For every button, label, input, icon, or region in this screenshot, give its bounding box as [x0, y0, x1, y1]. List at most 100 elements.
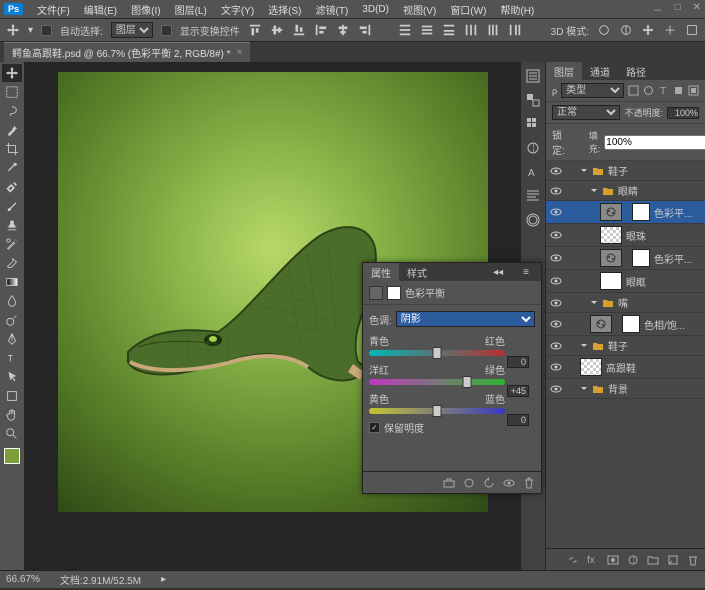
layer-delete-icon[interactable]: [687, 554, 699, 566]
lasso-tool[interactable]: [2, 102, 22, 120]
color-panel-icon[interactable]: [525, 92, 541, 108]
color-slider[interactable]: 洋红绿色+45: [369, 362, 535, 385]
layer-list[interactable]: 鞋子眼睛色彩平...眼珠色彩平...眼眶嘴色相/饱...鞋子高跟鞋背景: [546, 161, 705, 548]
layer-row[interactable]: 高跟鞋: [546, 356, 705, 379]
blend-mode[interactable]: 正常: [552, 105, 620, 120]
panel-menu-icon[interactable]: ≡: [515, 265, 537, 280]
path-select-tool[interactable]: [2, 368, 22, 386]
adjustments-panel-icon[interactable]: [525, 140, 541, 156]
filter-type-icon[interactable]: T: [658, 85, 669, 96]
panel-collapse-icon[interactable]: ◂◂: [485, 265, 511, 280]
distribute-hcenter-icon[interactable]: [486, 23, 500, 37]
fill-input[interactable]: [604, 135, 705, 150]
hand-tool[interactable]: [2, 406, 22, 424]
previous-state-icon[interactable]: [463, 477, 475, 489]
color-swatch[interactable]: [4, 448, 20, 464]
layer-add-icon[interactable]: [667, 554, 679, 566]
filter-smart-icon[interactable]: [688, 85, 699, 96]
menu-window[interactable]: 窗口(W): [444, 0, 492, 19]
stamp-tool[interactable]: [2, 216, 22, 234]
align-bottom-icon[interactable]: [292, 23, 306, 37]
crop-tool[interactable]: [2, 140, 22, 158]
tab-paths[interactable]: 路径: [618, 62, 654, 81]
shape-tool[interactable]: [2, 387, 22, 405]
auto-select-target[interactable]: 图层: [111, 22, 153, 38]
auto-select-checkbox[interactable]: [41, 25, 52, 36]
character-panel-icon[interactable]: A: [525, 164, 541, 180]
menu-help[interactable]: 帮助(H): [494, 0, 540, 19]
styles-panel-icon[interactable]: [525, 212, 541, 228]
menu-layer[interactable]: 图层(L): [169, 0, 213, 19]
docsize-readout[interactable]: 文档:2.91M/52.5M: [60, 572, 141, 587]
layer-row[interactable]: 鞋子: [546, 161, 705, 181]
layer-row[interactable]: 色彩平...: [546, 201, 705, 224]
delete-icon[interactable]: [523, 477, 535, 489]
3d-orbit-icon[interactable]: [597, 23, 611, 37]
menu-type[interactable]: 文字(Y): [215, 0, 260, 19]
tab-layers[interactable]: 图层: [546, 62, 582, 81]
close-icon[interactable]: ✕: [693, 2, 701, 17]
menu-view[interactable]: 视图(V): [397, 0, 442, 19]
align-left-icon[interactable]: [314, 23, 328, 37]
fx-icon[interactable]: fx: [587, 554, 599, 566]
layer-row[interactable]: 嘴: [546, 293, 705, 313]
tab-close-icon[interactable]: ×: [237, 47, 243, 58]
layer-row[interactable]: 鞋子: [546, 336, 705, 356]
group-add-icon[interactable]: [647, 554, 659, 566]
color-slider[interactable]: 青色红色0: [369, 333, 535, 356]
type-tool[interactable]: T: [2, 349, 22, 367]
tab-styles[interactable]: 样式: [399, 263, 435, 282]
history-panel-icon[interactable]: [525, 68, 541, 84]
menu-3d[interactable]: 3D(D): [356, 2, 395, 17]
document-tab[interactable]: 鳄鱼高跟鞋.psd @ 66.7% (色彩平衡 2, RGB/8#) * ×: [4, 42, 250, 62]
history-brush-tool[interactable]: [2, 235, 22, 253]
eyedropper-tool[interactable]: [2, 159, 22, 177]
heal-tool[interactable]: [2, 178, 22, 196]
brush-tool[interactable]: [2, 197, 22, 215]
distribute-top-icon[interactable]: [398, 23, 412, 37]
layer-row[interactable]: 背景: [546, 379, 705, 399]
3d-roll-icon[interactable]: [619, 23, 633, 37]
maximize-icon[interactable]: □: [675, 2, 681, 17]
3d-scale-icon[interactable]: [685, 23, 699, 37]
eraser-tool[interactable]: [2, 254, 22, 272]
tab-channels[interactable]: 通道: [582, 62, 618, 81]
align-vcenter-icon[interactable]: [270, 23, 284, 37]
menu-edit[interactable]: 编辑(E): [78, 0, 123, 19]
layer-row[interactable]: 眼睛: [546, 181, 705, 201]
canvas-area[interactable]: 属性 样式 ◂◂ ≡ 色彩平衡 色调: 阴影 青色红色0洋红绿色+45黄色蓝色0: [24, 62, 521, 570]
filter-shape-icon[interactable]: [673, 85, 684, 96]
dodge-tool[interactable]: [2, 311, 22, 329]
color-slider[interactable]: 黄色蓝色0: [369, 391, 535, 414]
layer-filter-kind[interactable]: 类型: [561, 83, 624, 98]
tab-properties[interactable]: 属性: [363, 263, 399, 282]
show-transform-checkbox[interactable]: [161, 25, 172, 36]
wand-tool[interactable]: [2, 121, 22, 139]
menu-filter[interactable]: 滤镜(T): [310, 0, 355, 19]
gradient-tool[interactable]: [2, 273, 22, 291]
pen-tool[interactable]: [2, 330, 22, 348]
align-hcenter-icon[interactable]: [336, 23, 350, 37]
opacity-input[interactable]: [667, 107, 699, 119]
swatches-panel-icon[interactable]: [525, 116, 541, 132]
align-top-icon[interactable]: [248, 23, 262, 37]
marquee-tool[interactable]: [2, 83, 22, 101]
preserve-luminosity-checkbox[interactable]: ✓: [369, 422, 380, 433]
minimize-icon[interactable]: －: [653, 2, 663, 17]
filter-adjust-icon[interactable]: [643, 85, 654, 96]
3d-pan-icon[interactable]: [641, 23, 655, 37]
align-right-icon[interactable]: [358, 23, 372, 37]
clip-icon[interactable]: [443, 477, 455, 489]
adjustment-add-icon[interactable]: [627, 554, 639, 566]
properties-panel[interactable]: 属性 样式 ◂◂ ≡ 色彩平衡 色调: 阴影 青色红色0洋红绿色+45黄色蓝色0: [362, 262, 542, 494]
3d-slide-icon[interactable]: [663, 23, 677, 37]
filter-pixel-icon[interactable]: [628, 85, 639, 96]
distribute-left-icon[interactable]: [464, 23, 478, 37]
mask-add-icon[interactable]: [607, 554, 619, 566]
distribute-bottom-icon[interactable]: [442, 23, 456, 37]
menu-select[interactable]: 选择(S): [262, 0, 307, 19]
visibility-icon[interactable]: [503, 477, 515, 489]
menu-image[interactable]: 图像(I): [125, 0, 166, 19]
slider-value[interactable]: 0: [507, 414, 529, 426]
distribute-right-icon[interactable]: [508, 23, 522, 37]
